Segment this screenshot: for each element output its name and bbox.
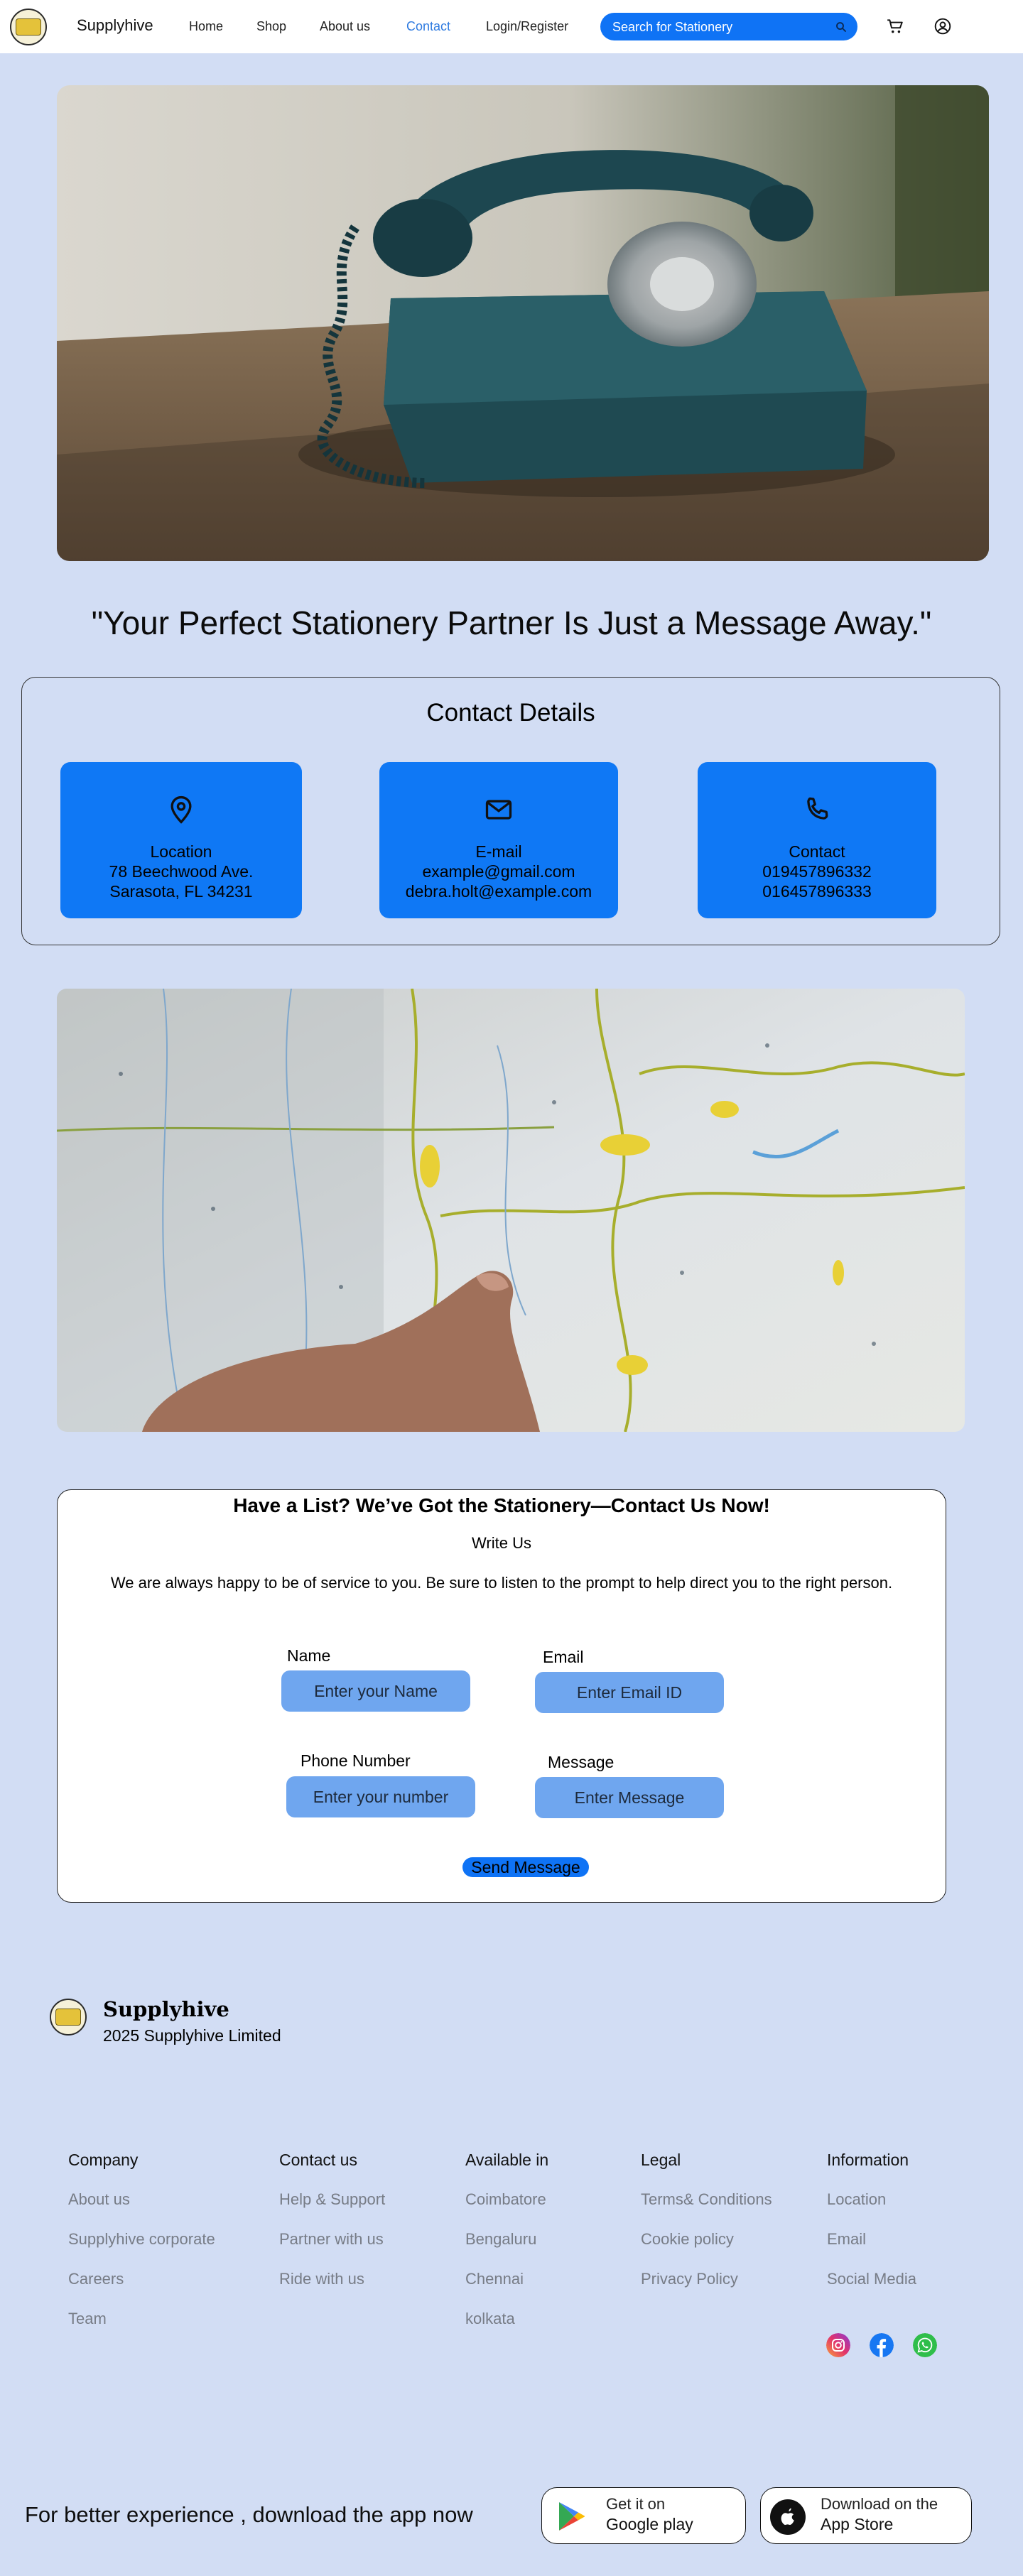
app-store-button[interactable]: Download on the App Store	[760, 2487, 972, 2544]
nav-home[interactable]: Home	[189, 19, 223, 34]
name-field[interactable]: Enter your Name	[281, 1670, 470, 1712]
message-label: Message	[548, 1753, 615, 1771]
footer-link-social-media[interactable]: Social Media	[827, 2270, 916, 2288]
nav-contact[interactable]: Contact	[406, 19, 450, 34]
send-message-button[interactable]: Send Message	[462, 1857, 589, 1877]
footer-heading-company: Company	[68, 2151, 139, 2169]
phone-line1[interactable]: 019457896332	[698, 862, 936, 881]
footer-link-email[interactable]: Email	[827, 2230, 866, 2249]
location-label: Location	[150, 842, 212, 861]
phone-line2[interactable]: 016457896333	[698, 881, 936, 901]
account-icon[interactable]	[933, 17, 952, 36]
footer-link-team[interactable]: Team	[68, 2310, 107, 2328]
name-label: Name	[287, 1646, 331, 1665]
apple-icon	[770, 2499, 806, 2535]
cart-icon[interactable]	[886, 17, 904, 36]
footer-heading-available-in: Available in	[465, 2151, 549, 2169]
phone-number-field[interactable]: Enter your number	[286, 1776, 475, 1817]
email-field[interactable]: Enter Email ID	[535, 1672, 724, 1713]
footer-link-coimbatore[interactable]: Coimbatore	[465, 2190, 546, 2209]
form-subtitle: Write Us	[472, 1534, 531, 1552]
location-pin-icon	[170, 795, 192, 824]
form-description: We are always happy to be of service to …	[110, 1574, 893, 1592]
google-play-big-text: Google play	[606, 2515, 693, 2533]
footer-link-location[interactable]: Location	[827, 2190, 886, 2209]
footer-heading-contact-us: Contact us	[279, 2151, 357, 2169]
footer-link-corporate[interactable]: Supplyhive corporate	[68, 2230, 215, 2249]
search-icon[interactable]	[835, 21, 848, 33]
app-store-small-text: Download on the	[821, 2495, 938, 2513]
footer-link-kolkata[interactable]: kolkata	[465, 2310, 515, 2328]
footer-link-ride[interactable]: Ride with us	[279, 2270, 364, 2288]
app-download-text: For better experience , download the app…	[25, 2502, 473, 2527]
app-store-big-text: App Store	[821, 2515, 894, 2533]
footer-link-chennai[interactable]: Chennai	[465, 2270, 524, 2288]
email-label: E-mail	[475, 842, 522, 861]
instagram-icon[interactable]	[826, 2333, 850, 2357]
form-title: Have a List? We’ve Got the Stationery—Co…	[233, 1494, 770, 1516]
hero-image-telephone	[57, 85, 989, 561]
location-line2: Sarasota, FL 34231	[109, 882, 253, 901]
site-header: Supplyhive Home Shop About us Contact Lo…	[0, 0, 1023, 53]
footer-link-terms[interactable]: Terms& Conditions	[641, 2190, 772, 2209]
footer-link-bengaluru[interactable]: Bengaluru	[465, 2230, 536, 2249]
footer-heading-legal: Legal	[641, 2151, 681, 2169]
brand-name[interactable]: Supplyhive	[77, 16, 153, 35]
contact-details-section: Contact Details Location 78 Beechwood Av…	[21, 677, 1000, 945]
phone-label: Contact	[789, 842, 845, 861]
email-label: Email	[543, 1648, 584, 1666]
google-play-icon	[559, 2502, 585, 2531]
email-line2[interactable]: debra.holt@example.com	[379, 881, 618, 901]
google-play-small-text: Get it on	[606, 2495, 666, 2513]
nav-about[interactable]: About us	[320, 19, 370, 34]
hero-tagline: "Your Perfect Stationery Partner Is Just…	[91, 604, 932, 641]
search-input[interactable]: Search for Stationery	[600, 13, 857, 40]
nav-login-register[interactable]: Login/Register	[486, 19, 568, 34]
whatsapp-icon[interactable]	[913, 2333, 937, 2357]
google-play-button[interactable]: Get it on Google play	[541, 2487, 746, 2544]
contact-form: Have a List? We’ve Got the Stationery—Co…	[57, 1489, 946, 1903]
email-line1[interactable]: example@gmail.com	[379, 862, 618, 881]
footer-brand-name: Supplyhive	[103, 1997, 229, 2021]
location-line1: 78 Beechwood Ave.	[109, 862, 254, 881]
facebook-icon[interactable]	[870, 2333, 894, 2357]
phone-icon	[807, 797, 828, 820]
footer-link-help-support[interactable]: Help & Support	[279, 2190, 385, 2209]
footer-copyright: 2025 Supplyhive Limited	[103, 2026, 281, 2045]
location-card: Location 78 Beechwood Ave. Sarasota, FL …	[60, 762, 302, 918]
logo[interactable]	[10, 9, 47, 45]
search-placeholder: Search for Stationery	[612, 20, 733, 34]
contact-details-title: Contact Details	[426, 699, 595, 727]
footer-link-cookie[interactable]: Cookie policy	[641, 2230, 734, 2249]
footer-heading-information: Information	[827, 2151, 909, 2169]
mail-icon	[485, 800, 512, 820]
nav-shop[interactable]: Shop	[256, 19, 286, 34]
footer-link-about-us[interactable]: About us	[68, 2190, 130, 2209]
footer-link-partner[interactable]: Partner with us	[279, 2230, 384, 2249]
email-card: E-mail example@gmail.com debra.holt@exam…	[379, 762, 618, 918]
footer-link-privacy[interactable]: Privacy Policy	[641, 2270, 738, 2288]
map-image	[57, 989, 965, 1432]
phone-number-label: Phone Number	[301, 1751, 411, 1770]
phone-card: Contact 019457896332 016457896333	[698, 762, 936, 918]
message-field[interactable]: Enter Message	[535, 1777, 724, 1818]
footer-logo[interactable]	[50, 1999, 87, 2036]
footer-link-careers[interactable]: Careers	[68, 2270, 124, 2288]
